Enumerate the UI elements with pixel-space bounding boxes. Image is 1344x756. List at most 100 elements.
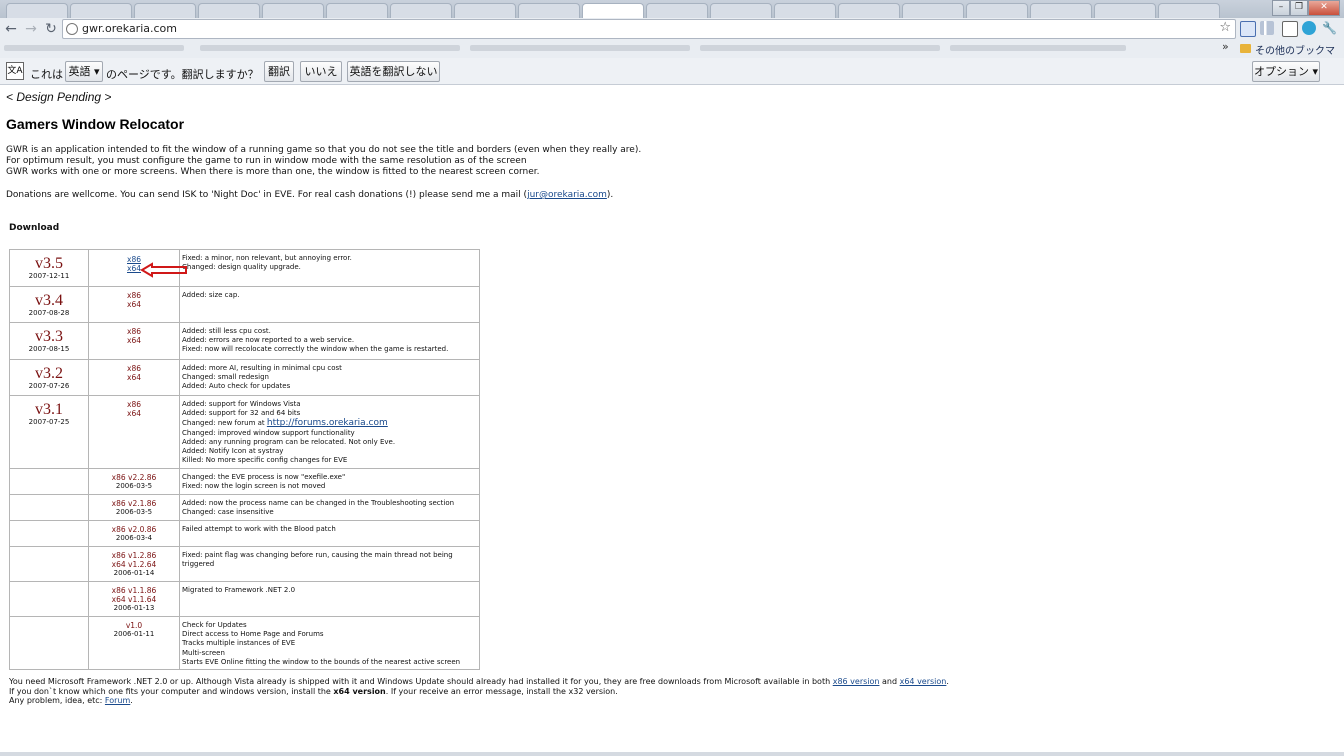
- x86-version-link[interactable]: x86 version: [833, 677, 880, 686]
- never-translate-button[interactable]: 英語を翻訳しない: [347, 61, 440, 82]
- tab[interactable]: [70, 3, 132, 18]
- tab[interactable]: [838, 3, 900, 18]
- note: Added: still less cpu cost.: [182, 327, 271, 335]
- language-label: 英語: [68, 65, 91, 78]
- url-text[interactable]: gwr.orekaria.com: [82, 22, 177, 35]
- note: Added: errors are now reported to a web …: [182, 336, 355, 345]
- tab[interactable]: [1158, 3, 1220, 18]
- no-button[interactable]: いいえ: [300, 61, 342, 82]
- tab[interactable]: [1030, 3, 1092, 18]
- footer-text: .: [946, 677, 949, 686]
- close-icon[interactable]: ✕: [1308, 0, 1340, 16]
- forward-icon[interactable]: →: [22, 20, 40, 38]
- tab[interactable]: [390, 3, 452, 18]
- tab[interactable]: [1094, 3, 1156, 18]
- tab[interactable]: [134, 3, 196, 18]
- bookmark-overflow-icon[interactable]: »: [1222, 40, 1229, 53]
- version-date: 2007-08-15: [28, 345, 70, 353]
- minimize-icon[interactable]: –: [1272, 0, 1290, 16]
- note: Fixed: now will recolocate correctly the…: [182, 345, 449, 354]
- wrench-icon[interactable]: 🔧: [1322, 21, 1337, 35]
- tab[interactable]: [646, 3, 708, 18]
- back-icon[interactable]: ←: [2, 20, 20, 38]
- red-arrow-annotation: [140, 262, 187, 278]
- download-link[interactable]: x64 v1.2.64: [89, 560, 179, 569]
- tab[interactable]: [6, 3, 68, 18]
- tab[interactable]: [710, 3, 772, 18]
- download-x86-link[interactable]: x86: [89, 327, 179, 336]
- bookmark-star-icon[interactable]: ☆: [1219, 20, 1231, 35]
- download-link[interactable]: x86 v1.2.86: [89, 551, 179, 560]
- version-cell: v3.4 2007-08-28: [10, 287, 89, 323]
- chevron-down-icon: ▾: [90, 65, 100, 78]
- download-link[interactable]: x86 v1.1.86: [89, 586, 179, 595]
- forum-link[interactable]: Forum: [105, 696, 130, 705]
- donations-text: Donations are wellcome. You can send ISK…: [6, 190, 613, 200]
- download-link[interactable]: x86 v2.2.86: [89, 473, 179, 482]
- options-button[interactable]: オプション ▾: [1252, 61, 1320, 82]
- download-x86-link[interactable]: x86: [89, 400, 179, 409]
- download-link[interactable]: x64 v1.1.64: [89, 595, 179, 604]
- footer: You need Microsoft Framework .NET 2.0 or…: [9, 677, 949, 706]
- bookmark-item[interactable]: [4, 45, 184, 51]
- tab[interactable]: [902, 3, 964, 18]
- download-x64-link[interactable]: x64: [89, 300, 179, 309]
- download-cell: x86 v2.2.86 2006-03-5: [89, 469, 180, 495]
- extension-icon[interactable]: [1240, 21, 1256, 37]
- bookmark-item[interactable]: [700, 45, 940, 51]
- tab[interactable]: [966, 3, 1028, 18]
- download-cell: x86 x64: [89, 287, 180, 323]
- download-x64-link[interactable]: x64: [89, 409, 179, 418]
- note: Multi-screen: [182, 648, 225, 657]
- donations-email-link[interactable]: jur@orekaria.com: [527, 190, 607, 200]
- footer-line: Any problem, idea, etc: Forum.: [9, 696, 949, 706]
- forum-url-link[interactable]: http://forums.orekaria.com: [267, 418, 388, 428]
- note: Changed: improved window support functio…: [182, 428, 355, 437]
- download-heading: Download: [9, 223, 60, 233]
- tab[interactable]: [326, 3, 388, 18]
- tab[interactable]: [454, 3, 516, 18]
- download-x64-link[interactable]: x64: [89, 336, 179, 345]
- note: Migrated to Framework .NET 2.0: [182, 586, 296, 594]
- tab[interactable]: [774, 3, 836, 18]
- note: Changed: small redesign: [182, 373, 269, 382]
- notes-cell: Failed attempt to work with the Blood pa…: [182, 525, 336, 534]
- bookmark-item[interactable]: [200, 45, 460, 51]
- bookmark-item[interactable]: [950, 45, 1126, 51]
- tab[interactable]: [262, 3, 324, 18]
- download-link[interactable]: x86 v2.0.86: [89, 525, 179, 534]
- reload-icon[interactable]: ↻: [42, 20, 60, 38]
- tab-active[interactable]: [582, 3, 644, 18]
- release-date: 2006-01-13: [113, 604, 155, 612]
- footer-text: . If your receive an error message, inst…: [385, 686, 618, 696]
- x64-version-link[interactable]: x64 version: [900, 677, 947, 686]
- bookmark-item[interactable]: [470, 45, 690, 51]
- restore-icon[interactable]: ❐: [1290, 0, 1308, 16]
- tab[interactable]: [518, 3, 580, 18]
- download-link[interactable]: x86 v2.1.86: [89, 499, 179, 508]
- page-info-icon[interactable]: [66, 23, 78, 35]
- download-link[interactable]: v1.0: [89, 621, 179, 630]
- translate-prefix: これは: [30, 68, 63, 81]
- version-cell: [10, 469, 89, 495]
- intro-line: GWR is an application intended to fit th…: [6, 145, 642, 155]
- tab[interactable]: [198, 3, 260, 18]
- table-row: v1.0 2006-01-11 Check for Updates Direct…: [10, 616, 479, 670]
- skype-icon[interactable]: [1302, 21, 1316, 35]
- translate-button[interactable]: 翻訳: [264, 61, 294, 82]
- language-select[interactable]: 英語 ▾: [65, 61, 103, 82]
- note: Changed: design quality upgrade.: [182, 263, 301, 272]
- mail-icon[interactable]: [1282, 21, 1298, 37]
- page-title: Gamers Window Relocator: [6, 116, 185, 132]
- stats-extension-icon[interactable]: [1260, 21, 1274, 35]
- download-x64-link[interactable]: x64: [89, 373, 179, 382]
- note: Added: Notify Icon at systray: [182, 447, 284, 456]
- footer-line: You need Microsoft Framework .NET 2.0 or…: [9, 677, 949, 687]
- download-x86-link[interactable]: x86: [89, 364, 179, 373]
- download-cell: x86 v2.1.86 2006-03-5: [89, 495, 180, 521]
- table-row: v3.5 2007-12-11 x86 x64 Fixed: a minor, …: [10, 250, 479, 286]
- download-x86-link[interactable]: x86: [89, 291, 179, 300]
- notes-cell: Added: more AI, resulting in minimal cpu…: [182, 364, 342, 392]
- address-bar[interactable]: ☆: [62, 19, 1236, 39]
- footer-text: If you don`t know which one fits your co…: [9, 686, 334, 696]
